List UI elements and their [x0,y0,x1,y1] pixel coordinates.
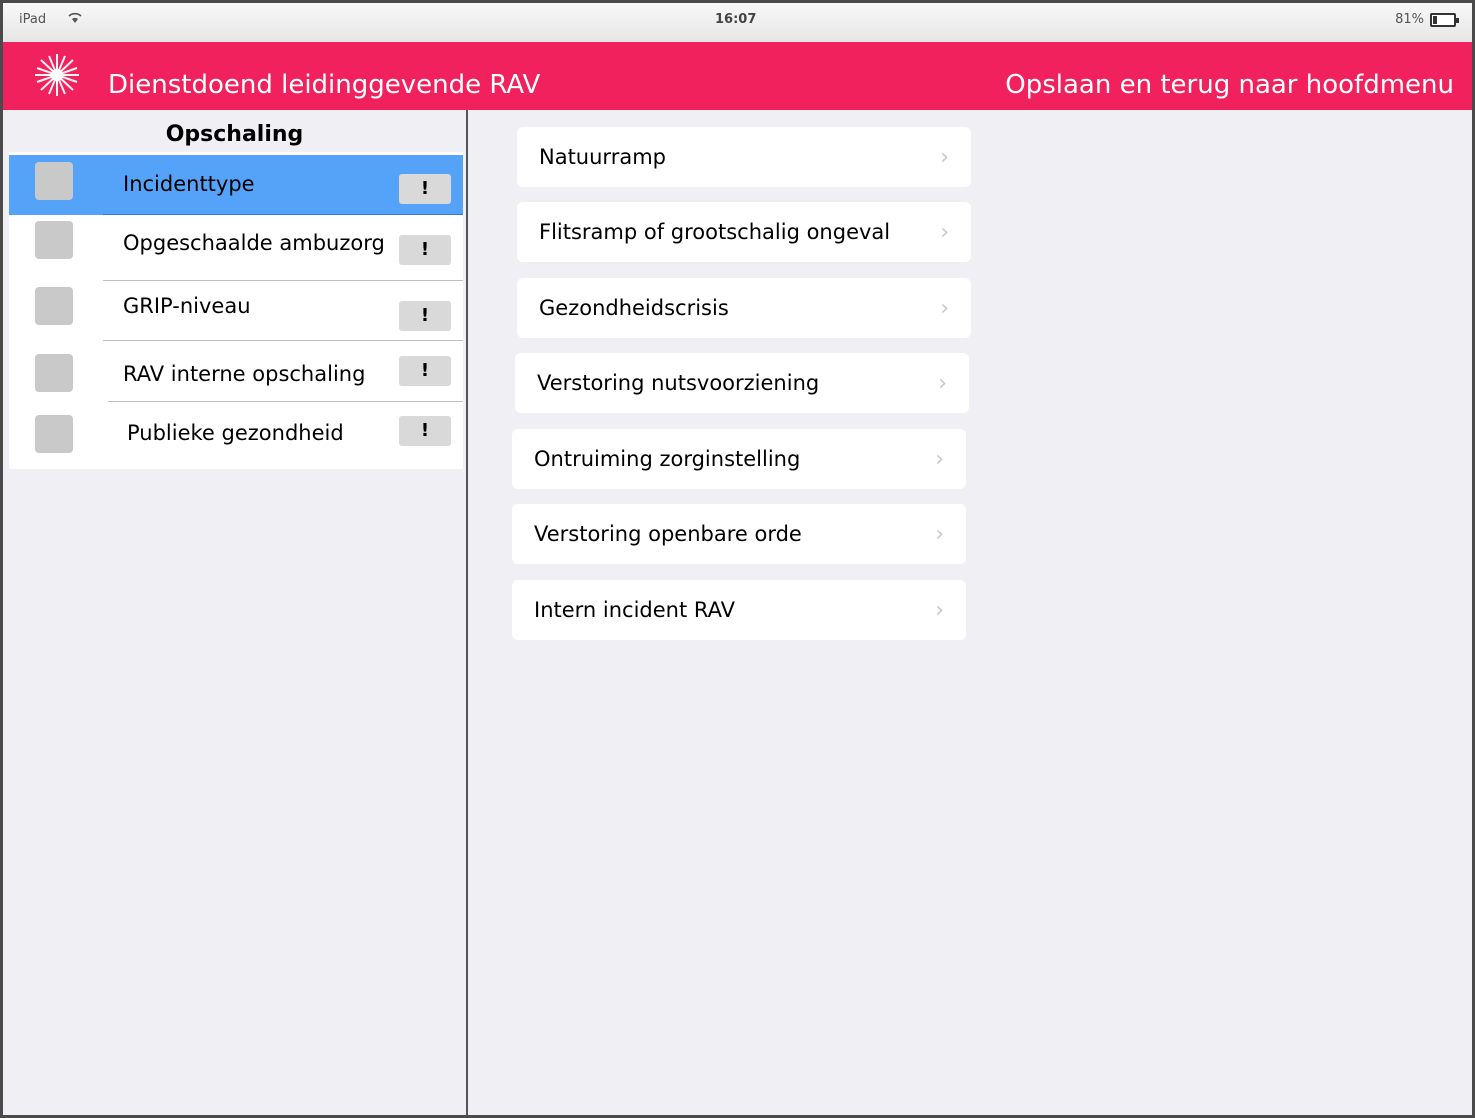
app-header: Dienstdoend leidinggevende RAV Opslaan e… [3,42,1472,110]
alert-badge[interactable]: ! [399,356,451,386]
incident-type-label: Verstoring nutsvoorziening [537,371,820,395]
battery-icon [1430,13,1459,27]
sidebar-item-incidenttype[interactable]: Incidenttype ! [9,155,463,215]
divider [103,340,463,341]
status-checkbox[interactable] [35,221,73,259]
incident-type-natuurramp[interactable]: Natuurramp › [517,127,971,187]
incident-type-gezondheidscrisis[interactable]: Gezondheidscrisis › [517,278,971,338]
chevron-right-icon: › [935,598,944,623]
incident-type-label: Verstoring openbare orde [534,522,802,546]
incident-type-intern-incident-rav[interactable]: Intern incident RAV › [512,580,966,640]
incident-type-label: Ontruiming zorginstelling [534,447,801,471]
status-checkbox[interactable] [35,354,73,392]
sidebar-item-label: Opgeschaalde ambuzorg [123,231,385,255]
chevron-right-icon: › [938,371,947,396]
status-checkbox[interactable] [35,415,73,453]
escalation-sidebar: Opschaling Incidenttype ! Opgeschaalde a… [3,110,466,1115]
status-checkbox[interactable] [35,287,73,325]
sidebar-heading: Opschaling [165,122,304,147]
incident-type-label: Flitsramp of grootschalig ongeval [539,220,891,244]
chevron-right-icon: › [935,522,944,547]
alert-badge[interactable]: ! [399,174,451,204]
alert-badge[interactable]: ! [399,301,451,331]
wifi-icon [67,10,83,28]
status-checkbox[interactable] [35,162,73,200]
incident-type-label: Gezondheidscrisis [539,296,729,320]
alert-badge[interactable]: ! [399,416,451,446]
chevron-right-icon: › [940,296,949,321]
sidebar-item-label: RAV interne opschaling [123,362,366,386]
sidebar-item-label: Publieke gezondheid [127,421,344,445]
divider [108,401,463,402]
panel-divider [466,110,468,1115]
sidebar-item-grip-niveau[interactable]: GRIP-niveau ! [9,281,463,341]
page-title: Dienstdoend leidinggevende RAV [108,70,541,100]
battery-percentage: 81% [1395,12,1424,27]
status-clock: 16:07 [715,12,757,27]
sidebar-item-publieke-gezondheid[interactable]: Publieke gezondheid ! [9,403,463,463]
incident-type-flitsramp[interactable]: Flitsramp of grootschalig ongeval › [517,202,971,262]
status-bar: iPad 16:07 81% [3,3,1472,42]
chevron-right-icon: › [940,220,949,245]
sidebar-item-opgeschaalde-ambuzorg[interactable]: Opgeschaalde ambuzorg ! [9,215,463,275]
sidebar-item-label: GRIP-niveau [123,294,251,318]
alert-badge[interactable]: ! [399,235,451,265]
sidebar-item-rav-interne-opschaling[interactable]: RAV interne opschaling ! [9,342,463,402]
chevron-right-icon: › [935,447,944,472]
incident-type-label: Intern incident RAV [534,598,736,622]
app-screen: iPad 16:07 81% Dienstdoend leidinggevend… [3,3,1472,1115]
sidebar-item-label: Incidenttype [123,172,255,196]
incident-type-verstoring-openbare-orde[interactable]: Verstoring openbare orde › [512,504,966,564]
chevron-right-icon: › [940,145,949,170]
save-and-return-button[interactable]: Opslaan en terug naar hoofdmenu [1005,70,1454,100]
incident-type-ontruiming-zorginstelling[interactable]: Ontruiming zorginstelling › [512,429,966,489]
device-name: iPad [19,12,47,27]
logo-icon [25,50,89,100]
incident-type-label: Natuurramp [539,145,666,169]
incident-type-verstoring-nutsvoorziening[interactable]: Verstoring nutsvoorziening › [515,353,969,413]
